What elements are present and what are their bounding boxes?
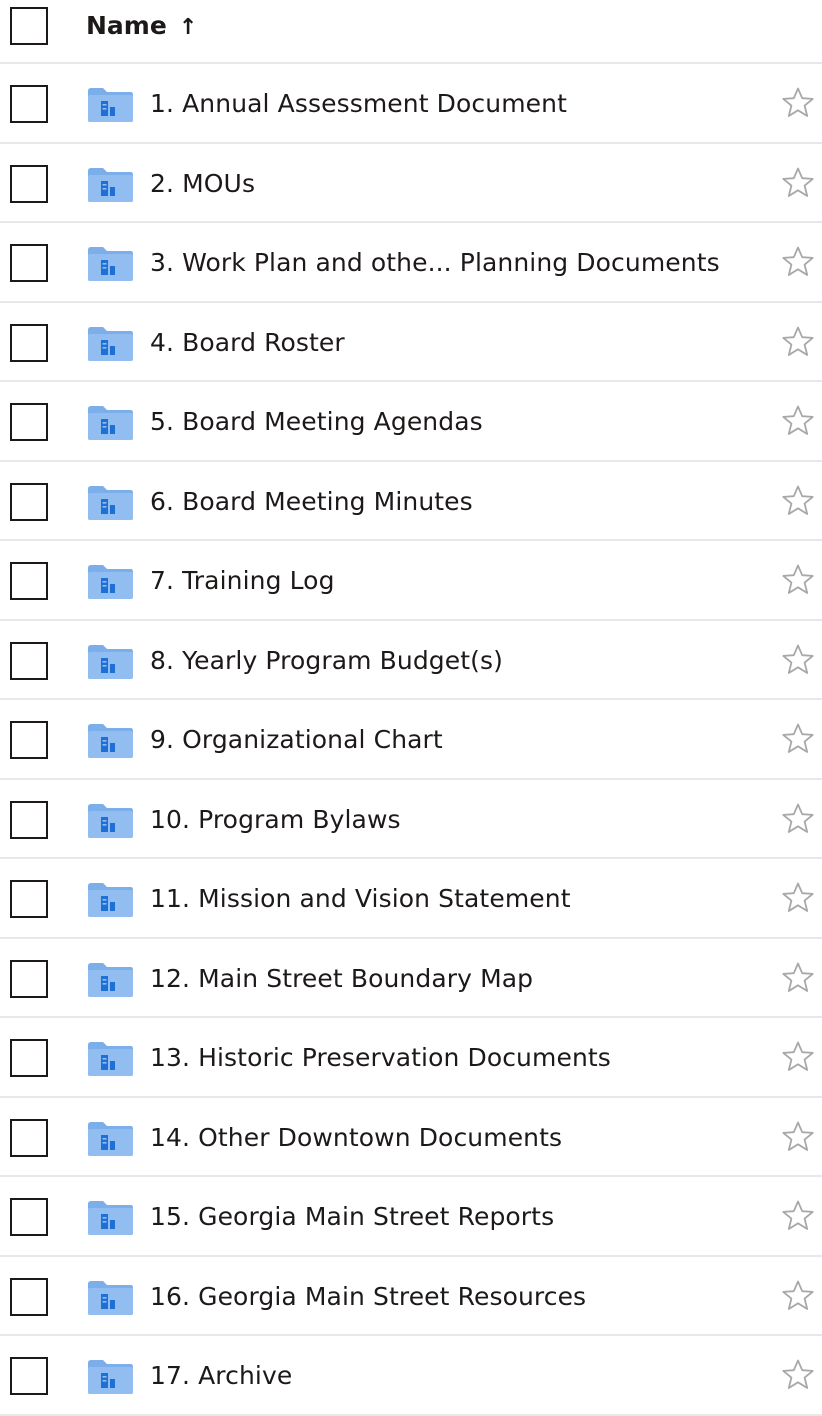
folder-name[interactable]: 4. Board Roster — [150, 327, 345, 359]
folder-row[interactable]: 9. Organizational Chart — [0, 700, 822, 780]
folder-name[interactable]: 14. Other Downtown Documents — [150, 1122, 562, 1154]
list-header: Name ↑ — [0, 0, 822, 64]
folder-row[interactable]: 12. Main Street Boundary Map — [0, 939, 822, 1018]
folder-row[interactable]: 2. MOUs — [0, 144, 822, 223]
folder-row[interactable]: 11. Mission and Vision Statement — [0, 859, 822, 939]
row-checkbox[interactable] — [10, 403, 48, 441]
row-checkbox[interactable] — [10, 1039, 48, 1077]
folder-name[interactable]: 17. Archive — [150, 1360, 292, 1392]
folder-name[interactable]: 6. Board Meeting Minutes — [150, 486, 473, 518]
row-checkbox[interactable] — [10, 1198, 48, 1236]
select-all-checkbox[interactable] — [10, 7, 48, 45]
shared-folder-icon — [86, 246, 134, 282]
star-icon[interactable] — [781, 563, 815, 597]
shared-folder-icon — [86, 1121, 134, 1157]
folder-name[interactable]: 3. Work Plan and othe... Planning Docume… — [150, 247, 720, 279]
folder-name[interactable]: 16. Georgia Main Street Resources — [150, 1281, 586, 1313]
star-icon[interactable] — [781, 1358, 815, 1392]
row-checkbox[interactable] — [10, 1118, 48, 1157]
star-icon[interactable] — [781, 961, 815, 995]
shared-folder-icon — [86, 803, 134, 839]
star-icon[interactable] — [781, 245, 815, 279]
folder-name[interactable]: 8. Yearly Program Budget(s) — [150, 645, 503, 677]
shared-folder-icon — [86, 962, 134, 998]
row-checkbox[interactable] — [10, 164, 48, 203]
folder-rows: 1. Annual Assessment Document 2. MOUs 3. W… — [0, 64, 822, 1416]
star-icon[interactable] — [781, 881, 815, 915]
row-checkbox[interactable] — [10, 1357, 48, 1395]
folder-name[interactable]: 2. MOUs — [150, 168, 255, 200]
star-icon[interactable] — [781, 404, 815, 438]
star-icon[interactable] — [781, 802, 815, 836]
star-icon[interactable] — [781, 166, 815, 200]
star-icon[interactable] — [781, 1199, 815, 1233]
shared-folder-icon — [86, 1359, 134, 1395]
row-checkbox[interactable] — [10, 1277, 48, 1316]
folder-name[interactable]: 15. Georgia Main Street Reports — [150, 1201, 554, 1233]
folder-row[interactable]: 8. Yearly Program Budget(s) — [0, 621, 822, 700]
row-checkbox[interactable] — [10, 562, 48, 600]
star-icon[interactable] — [781, 722, 815, 756]
shared-folder-icon — [86, 167, 134, 203]
folder-row[interactable]: 6. Board Meeting Minutes — [0, 462, 822, 541]
star-icon[interactable] — [781, 1279, 815, 1313]
folder-row[interactable]: 5. Board Meeting Agendas — [0, 382, 822, 462]
folder-row[interactable]: 4. Board Roster — [0, 303, 822, 382]
shared-folder-icon — [86, 1200, 134, 1236]
folder-name[interactable]: 7. Training Log — [150, 565, 335, 597]
star-icon[interactable] — [781, 484, 815, 518]
shared-folder-icon — [86, 1041, 134, 1077]
folder-name[interactable]: 1. Annual Assessment Document — [150, 88, 567, 120]
folder-name[interactable]: 5. Board Meeting Agendas — [150, 406, 483, 438]
folder-name[interactable]: 11. Mission and Vision Statement — [150, 883, 571, 915]
shared-folder-icon — [86, 326, 134, 362]
shared-folder-icon — [86, 723, 134, 759]
name-column-label: Name — [86, 11, 167, 40]
folder-row[interactable]: 13. Historic Preservation Documents — [0, 1018, 822, 1098]
file-list: Name ↑ 1. Annual Assessment Document 2. MO… — [0, 0, 822, 1416]
folder-row[interactable]: 10. Program Bylaws — [0, 780, 822, 859]
shared-folder-icon — [86, 485, 134, 521]
shared-folder-icon — [86, 405, 134, 441]
row-checkbox[interactable] — [10, 959, 48, 998]
row-checkbox[interactable] — [10, 244, 48, 282]
star-icon[interactable] — [781, 643, 815, 677]
shared-folder-icon — [86, 564, 134, 600]
shared-folder-icon — [86, 882, 134, 918]
sort-ascending-arrow-icon: ↑ — [178, 15, 198, 40]
star-icon[interactable] — [781, 325, 815, 359]
row-checkbox[interactable] — [10, 85, 48, 123]
shared-folder-icon — [86, 644, 134, 680]
folder-row[interactable]: 17. Archive — [0, 1336, 822, 1416]
row-checkbox[interactable] — [10, 323, 48, 362]
folder-row[interactable]: 14. Other Downtown Documents — [0, 1098, 822, 1177]
folder-name[interactable]: 10. Program Bylaws — [150, 804, 401, 836]
folder-name[interactable]: 9. Organizational Chart — [150, 724, 443, 756]
row-checkbox[interactable] — [10, 641, 48, 680]
row-checkbox[interactable] — [10, 721, 48, 759]
star-icon[interactable] — [781, 86, 815, 120]
folder-name[interactable]: 12. Main Street Boundary Map — [150, 963, 533, 995]
folder-row[interactable]: 1. Annual Assessment Document — [0, 64, 822, 144]
shared-folder-icon — [86, 1280, 134, 1316]
shared-folder-icon — [86, 87, 134, 123]
row-checkbox[interactable] — [10, 482, 48, 521]
row-checkbox[interactable] — [10, 880, 48, 918]
row-checkbox[interactable] — [10, 800, 48, 839]
star-icon[interactable] — [781, 1120, 815, 1154]
folder-name[interactable]: 13. Historic Preservation Documents — [150, 1042, 611, 1074]
folder-row[interactable]: 15. Georgia Main Street Reports — [0, 1177, 822, 1257]
folder-row[interactable]: 3. Work Plan and othe... Planning Docume… — [0, 223, 822, 303]
sort-by-name-button[interactable]: Name ↑ — [86, 10, 197, 42]
star-icon[interactable] — [781, 1040, 815, 1074]
folder-row[interactable]: 16. Georgia Main Street Resources — [0, 1257, 822, 1336]
folder-row[interactable]: 7. Training Log — [0, 541, 822, 621]
